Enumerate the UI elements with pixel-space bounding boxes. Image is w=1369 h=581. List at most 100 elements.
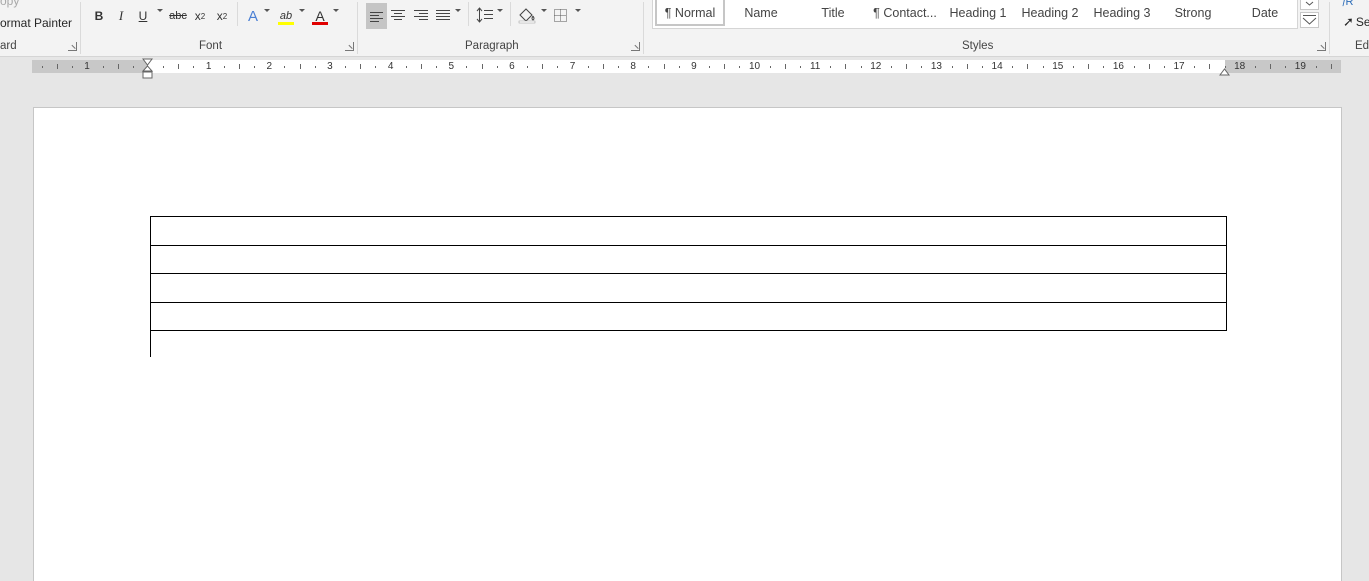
group-separator <box>643 2 644 54</box>
ruler-tick <box>1254 66 1256 68</box>
inner-separator <box>510 2 511 26</box>
inner-separator <box>237 2 238 26</box>
ruler-number: 17 <box>1173 61 1185 72</box>
format-painter-button[interactable]: ormat Painter <box>0 16 72 30</box>
style-date[interactable]: Date <box>1233 6 1297 24</box>
ruler-tick <box>724 64 726 69</box>
ruler-tick <box>648 66 650 68</box>
ruler-tick <box>254 66 256 68</box>
styles-dialog-launcher-icon[interactable] <box>1317 42 1326 51</box>
align-left-button[interactable] <box>366 3 387 29</box>
style-strong[interactable]: Strong <box>1161 6 1225 24</box>
ruler-tick <box>405 66 407 68</box>
justify-button[interactable] <box>435 8 451 25</box>
clipboard-dialog-launcher-icon[interactable] <box>68 42 77 51</box>
ruler-number: 10 <box>748 61 761 72</box>
ruler-tick <box>481 64 483 69</box>
italic-button[interactable]: I <box>114 6 128 26</box>
copy-button[interactable]: opy <box>0 0 19 8</box>
text-effects-dropdown-icon[interactable] <box>264 9 270 12</box>
ruler-tick <box>193 66 195 68</box>
more-chevron-icon <box>1302 15 1317 25</box>
subscript-button[interactable]: x2 <box>192 6 208 26</box>
first-line-indent-marker[interactable] <box>141 58 154 80</box>
borders-dropdown-icon[interactable] <box>575 9 581 12</box>
line-spacing-dropdown-icon[interactable] <box>497 9 503 12</box>
ruler-tick <box>739 66 741 68</box>
ruler-tick <box>966 64 968 69</box>
document-page[interactable] <box>33 107 1342 581</box>
ruler-tick <box>784 64 786 69</box>
horizontal-ruler[interactable]: 1 1 2 3 4 5 6 7 8 9 10 11 12 13 14 15 16 17 18 19 <box>32 60 1341 73</box>
align-center-button[interactable] <box>390 8 406 25</box>
styles-group-label: Styles <box>962 40 994 52</box>
table-cell[interactable] <box>150 301 1227 331</box>
style-heading-1[interactable]: Heading 1 <box>945 6 1011 24</box>
gallery-scroll-down-button[interactable] <box>1300 0 1319 10</box>
ruler-tick <box>1194 66 1196 68</box>
ruler-tick <box>299 64 301 69</box>
font-color-bar <box>312 22 328 25</box>
borders-button[interactable] <box>553 8 568 26</box>
right-indent-marker[interactable] <box>1219 65 1230 76</box>
style-normal[interactable]: ¶ Normal <box>657 6 723 24</box>
ruler-number: 7 <box>569 61 576 72</box>
line-spacing-button[interactable] <box>476 7 494 26</box>
justify-icon <box>436 10 450 20</box>
ruler-number: 3 <box>327 61 333 72</box>
superscript-button[interactable]: x2 <box>214 6 230 26</box>
align-right-button[interactable] <box>413 8 429 25</box>
style-contact[interactable]: ¶ Contact... <box>871 6 939 24</box>
table-cell[interactable] <box>150 273 1227 303</box>
ruler-tick <box>845 64 847 69</box>
ruler-number: 8 <box>630 61 636 72</box>
underline-button[interactable]: U <box>136 6 150 26</box>
table-cell[interactable] <box>150 244 1227 274</box>
ruler-number: 15 <box>1052 61 1064 72</box>
shading-button[interactable] <box>517 6 537 27</box>
ruler-number: 11 <box>809 61 821 72</box>
ruler-tick <box>678 66 680 68</box>
replace-button[interactable]: ⁊R <box>1340 0 1353 8</box>
ruler-tick <box>57 64 59 69</box>
font-dialog-launcher-icon[interactable] <box>345 42 354 51</box>
strikethrough-button[interactable]: abc <box>168 6 188 26</box>
clipboard-group-label: ard <box>0 40 17 52</box>
subscript-mark: 2 <box>200 11 206 21</box>
justify-dropdown-icon[interactable] <box>455 9 461 12</box>
align-left-icon <box>370 12 383 22</box>
ruler-tick <box>238 64 240 69</box>
styles-gallery-scroller <box>1300 0 1319 30</box>
table-cell[interactable] <box>150 216 1227 246</box>
style-heading-3[interactable]: Heading 3 <box>1089 6 1155 24</box>
ruler-tick <box>981 66 983 68</box>
shading-dropdown-icon[interactable] <box>541 9 547 12</box>
text-effects-button[interactable]: A <box>244 6 262 26</box>
align-right-icon <box>414 10 428 20</box>
group-separator <box>357 2 358 54</box>
document-table[interactable] <box>150 216 1227 331</box>
ruler-number: 1 <box>205 61 212 72</box>
align-center-icon <box>391 10 405 20</box>
style-name[interactable]: Name <box>731 6 791 24</box>
paint-bucket-icon <box>518 8 536 24</box>
ruler-tick <box>223 66 225 68</box>
table-row <box>150 273 1227 303</box>
ruler-tick <box>1315 66 1317 68</box>
highlight-dropdown-icon[interactable] <box>299 9 305 12</box>
editing-group-label: Edi <box>1355 40 1369 52</box>
style-heading-2[interactable]: Heading 2 <box>1017 6 1083 24</box>
style-title[interactable]: Title <box>803 6 863 24</box>
select-button[interactable]: ➚ Se <box>1343 14 1369 30</box>
ruler-tick <box>1072 66 1074 68</box>
paragraph-dialog-launcher-icon[interactable] <box>631 42 640 51</box>
font-color-dropdown-icon[interactable] <box>333 9 339 12</box>
ruler-tick <box>375 66 377 68</box>
ruler-tick <box>921 66 923 68</box>
ruler-tick <box>360 64 362 69</box>
paragraph-group-label: Paragraph <box>465 40 519 52</box>
underline-dropdown-icon[interactable] <box>157 9 163 12</box>
bold-button[interactable]: B <box>92 6 106 26</box>
gallery-more-button[interactable] <box>1300 12 1319 28</box>
ruler-tick <box>1330 64 1332 69</box>
